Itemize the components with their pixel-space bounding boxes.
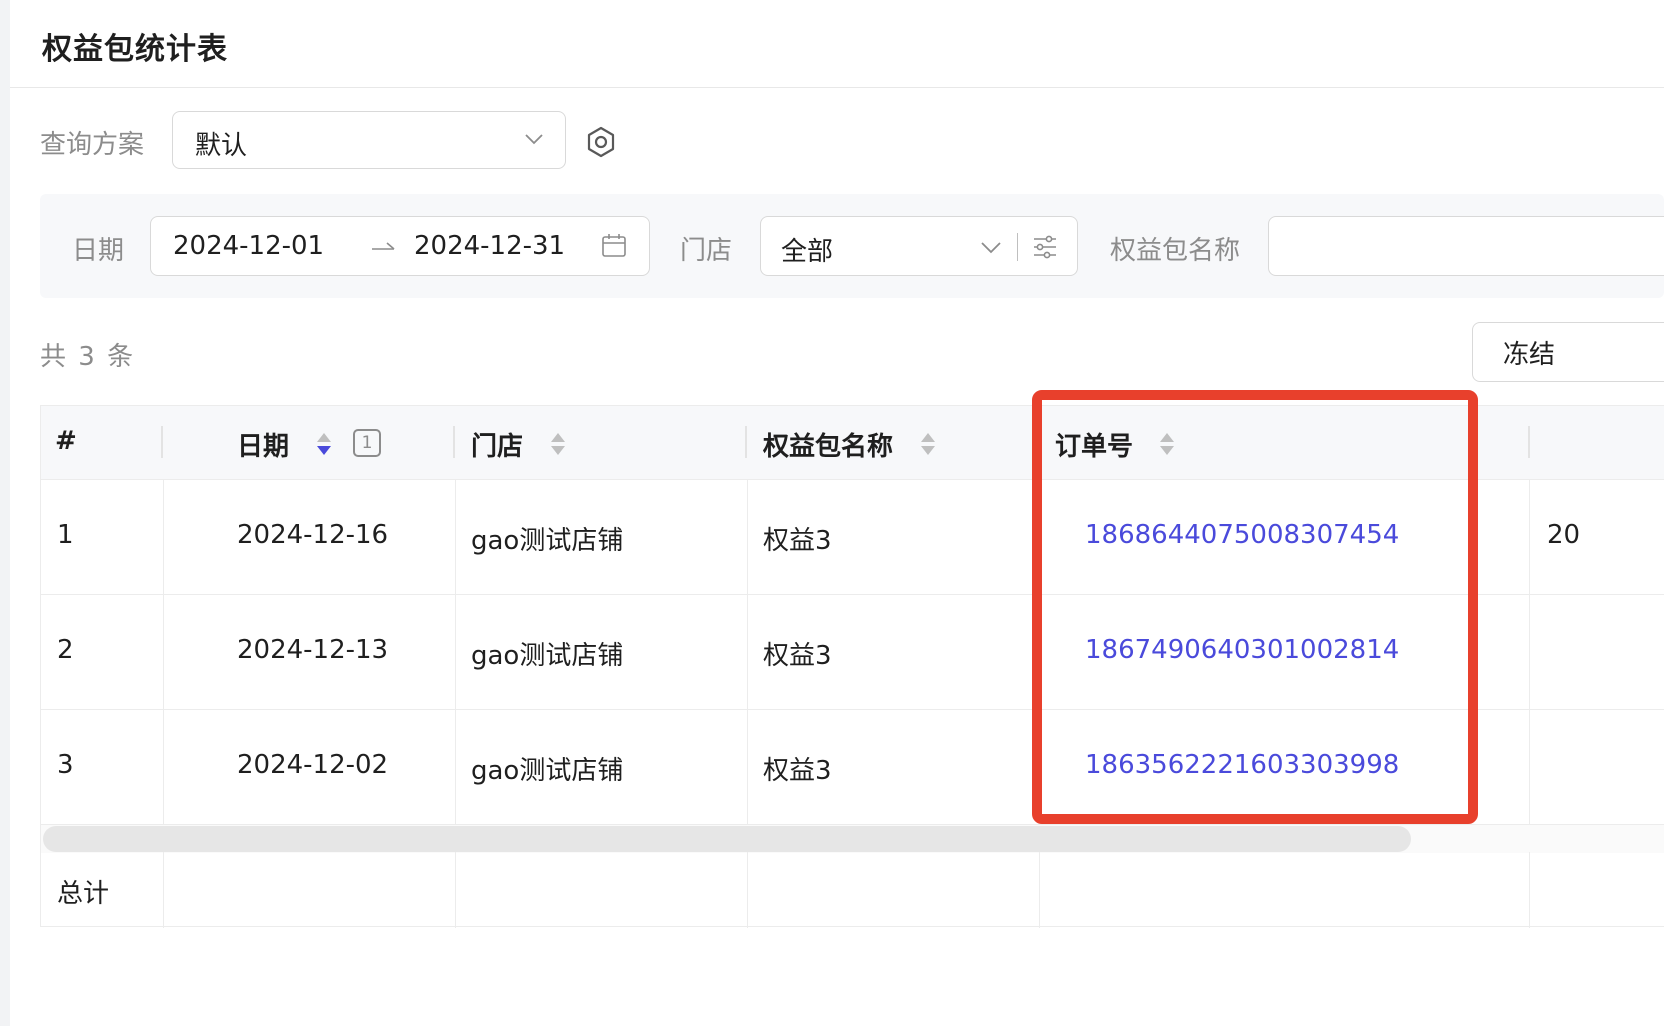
table-row: 3 2024-12-02 gao测试店铺 权益3 186356222160330… [41, 710, 1664, 825]
filter-panel: 日期 2024-12-01 2024-12-31 门店 全部 权益包名称 [40, 194, 1664, 298]
chevron-down-icon [525, 134, 543, 145]
data-table: # 日期 1 门店 权益包名称 订单号 1 2024-12-16 gao测试店铺… [40, 405, 1664, 928]
sort-icon[interactable] [1158, 430, 1176, 458]
row-index: 2 [57, 635, 74, 665]
row-date: 2024-12-16 [237, 520, 389, 550]
query-scheme-label: 查询方案 [40, 130, 145, 160]
left-sidebar-edge [0, 0, 10, 1026]
row-store: gao测试店铺 [471, 756, 624, 786]
sliders-icon[interactable] [1031, 233, 1059, 261]
date-start-value[interactable]: 2024-12-01 [173, 231, 324, 261]
row-date: 2024-12-13 [237, 635, 389, 665]
arrow-right-icon [372, 242, 395, 250]
row-package: 权益3 [763, 756, 832, 786]
column-divider [1528, 426, 1530, 458]
column-header-store[interactable]: 门店 [455, 406, 747, 480]
row-order-no-link[interactable]: 1863562221603303998 [1085, 750, 1399, 780]
query-scheme-value: 默认 [195, 131, 248, 161]
sort-icon[interactable] [315, 430, 333, 458]
store-filter-label: 门店 [680, 236, 733, 266]
date-filter-label: 日期 [72, 236, 125, 266]
query-scheme-select[interactable]: 默认 [172, 111, 566, 169]
row-store: gao测试店铺 [471, 641, 624, 671]
freeze-button[interactable]: 冻结 [1472, 322, 1664, 382]
column-header-package-name[interactable]: 权益包名称 [747, 406, 1039, 480]
table-header: # 日期 1 门店 权益包名称 订单号 [41, 406, 1664, 480]
page-header: 权益包统计表 [10, 0, 1664, 88]
total-count: 共 3 条 [40, 342, 136, 372]
store-select[interactable]: 全部 [760, 216, 1078, 276]
package-name-filter-label: 权益包名称 [1110, 236, 1241, 266]
horizontal-scrollbar-thumb[interactable] [43, 826, 1411, 852]
row-package: 权益3 [763, 641, 832, 671]
table-footer-total: 总计 [41, 853, 1664, 927]
table-row: 2 2024-12-13 gao测试店铺 权益3 186749064030100… [41, 595, 1664, 710]
chevron-down-icon [981, 242, 1001, 254]
row-order-no-link[interactable]: 1867490640301002814 [1085, 635, 1399, 665]
row-index: 1 [57, 520, 74, 550]
calendar-icon [602, 234, 626, 257]
row-next-column: 20 [1547, 520, 1581, 550]
package-name-input[interactable] [1268, 216, 1664, 276]
date-range-picker[interactable]: 2024-12-01 2024-12-31 [150, 216, 650, 276]
row-date: 2024-12-02 [237, 750, 389, 780]
row-index: 3 [57, 750, 74, 780]
table-row: 1 2024-12-16 gao测试店铺 权益3 186864407500830… [41, 480, 1664, 595]
settings-icon[interactable] [584, 125, 618, 159]
page: 权益包统计表 查询方案 默认 日期 2024-12-01 2024-12-31 [0, 0, 1664, 1026]
store-select-value: 全部 [781, 237, 834, 267]
sort-icon[interactable] [549, 430, 567, 458]
column-header-order-no[interactable]: 订单号 [1039, 406, 1529, 480]
row-package: 权益3 [763, 526, 832, 556]
sort-icon[interactable] [919, 430, 937, 458]
page-title: 权益包统计表 [42, 32, 228, 67]
row-store: gao测试店铺 [471, 526, 624, 556]
sort-order-badge: 1 [353, 429, 381, 457]
column-header-date[interactable]: 日期 1 [163, 406, 455, 480]
divider [1017, 233, 1018, 261]
footer-total-label: 总计 [57, 879, 110, 909]
date-end-value[interactable]: 2024-12-31 [414, 231, 565, 261]
row-order-no-link[interactable]: 1868644075008307454 [1085, 520, 1399, 550]
